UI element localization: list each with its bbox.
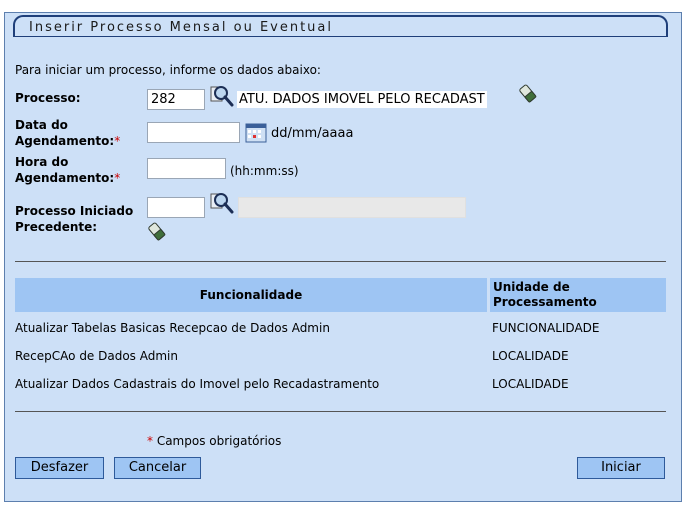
divider	[15, 411, 666, 412]
processo-label: Processo:	[15, 91, 81, 105]
eraser-icon[interactable]	[519, 83, 537, 103]
data-format-hint: dd/mm/aaaa	[271, 126, 354, 141]
panel-title: Inserir Processo Mensal ou Eventual	[29, 20, 333, 35]
panel-title-bar: Inserir Processo Mensal ou Eventual	[13, 15, 668, 37]
row-unidade: LOCALIDADE	[492, 377, 569, 391]
row-funcionalidade: Atualizar Dados Cadastrais do Imovel pel…	[15, 377, 380, 391]
processo-precedente-input[interactable]	[147, 197, 205, 218]
search-icon[interactable]	[210, 84, 236, 108]
divider	[15, 261, 666, 262]
data-agendamento-label: Data do Agendamento:*	[15, 118, 121, 148]
iniciar-button[interactable]: Iniciar	[577, 457, 665, 479]
header-unidade-processamento: Unidade de Processamento	[490, 278, 666, 312]
row-funcionalidade: Atualizar Tabelas Basicas Recepcao de Da…	[15, 321, 330, 335]
processo-description: ATU. DADOS IMOVEL PELO RECADAST	[237, 91, 487, 108]
header-funcionalidade: Funcionalidade	[15, 278, 487, 312]
desfazer-button[interactable]: Desfazer	[15, 457, 104, 479]
hora-agendamento-label: Hora do Agendamento:*	[15, 155, 121, 185]
row-funcionalidade: RecepCAo de Dados Admin	[15, 349, 178, 363]
cancelar-button[interactable]: Cancelar	[114, 457, 201, 479]
intro-text: Para iniciar um processo, informe os dad…	[15, 63, 321, 77]
row-unidade: FUNCIONALIDADE	[492, 321, 600, 335]
search-icon[interactable]	[210, 191, 236, 215]
required-fields-note: * Campos obrigatórios	[147, 434, 282, 448]
hora-agendamento-input[interactable]	[147, 158, 226, 179]
data-agendamento-input[interactable]	[147, 122, 240, 143]
eraser-icon[interactable]	[148, 221, 166, 241]
processo-precedente-label: Processo Iniciado Precedente:	[15, 204, 134, 234]
processo-precedente-description	[238, 197, 466, 218]
form-panel: Inserir Processo Mensal ou Eventual Para…	[4, 12, 682, 502]
hora-format-hint: (hh:mm:ss)	[230, 164, 299, 178]
processo-input[interactable]	[147, 89, 205, 110]
calendar-icon[interactable]	[245, 123, 267, 143]
row-unidade: LOCALIDADE	[492, 349, 569, 363]
